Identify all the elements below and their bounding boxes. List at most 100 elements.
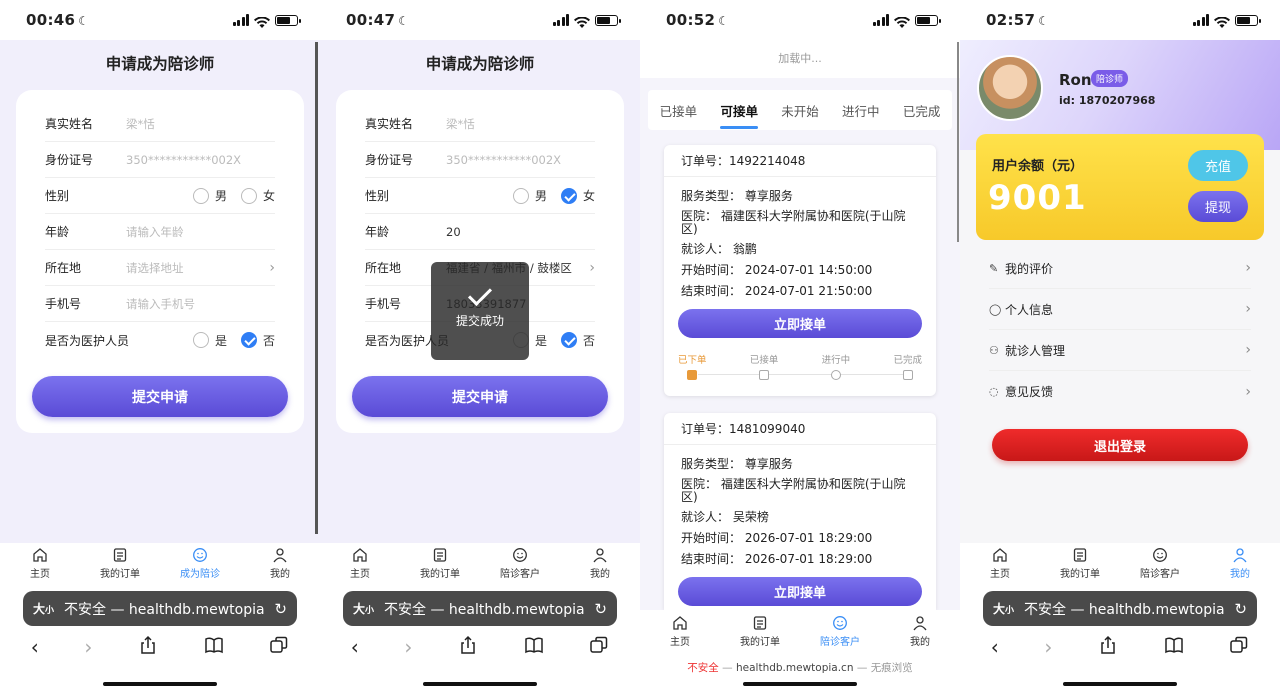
tab-accepted[interactable]: 已接单 <box>660 101 698 120</box>
age-input[interactable]: 20 <box>446 225 595 239</box>
reload-icon[interactable]: ↻ <box>274 600 287 618</box>
back-icon[interactable]: ‹ <box>351 635 359 659</box>
gender-female-radio[interactable]: 女 <box>560 187 595 204</box>
id-number-input[interactable]: 350***********002X <box>446 153 595 167</box>
role-badge: 陪诊师 <box>1091 70 1129 87</box>
menu-personal-info[interactable]: ◯ 个人信息 › <box>989 289 1251 330</box>
tab-home[interactable]: 主页 <box>320 547 400 580</box>
hospital: 医院： 福建医科大学附属协和医院(于山院区) <box>681 477 906 504</box>
address-bar[interactable]: 大小 不安全 — healthdb.mewtopia.cn ↻ <box>983 591 1257 626</box>
gender-male-radio[interactable]: 男 <box>192 187 227 204</box>
compact-address-bar[interactable]: 不安全 — healthdb.mewtopia.cn — 无痕浏览 <box>640 652 960 693</box>
forward-icon[interactable]: › <box>404 635 412 659</box>
bookmarks-icon[interactable] <box>204 635 224 660</box>
tabs-icon[interactable] <box>1229 635 1249 660</box>
back-icon[interactable]: ‹ <box>991 635 999 659</box>
user-icon <box>273 547 287 562</box>
row-id-number[interactable]: 身份证号 350***********002X <box>45 142 275 178</box>
accept-order-button[interactable]: 立即接单 <box>678 309 922 338</box>
wifi-icon <box>894 14 910 28</box>
row-real-name[interactable]: 真实姓名 梁*恬 <box>365 106 595 142</box>
row-location[interactable]: 所在地 请选择地址 › <box>45 250 275 286</box>
text-size-button[interactable]: 大小 <box>33 600 54 617</box>
tab-escort-clients[interactable]: 陪诊客户 <box>1120 547 1200 580</box>
tab-orders[interactable]: 我的订单 <box>720 615 800 648</box>
submit-button[interactable]: 提交申请 <box>32 376 288 417</box>
tab-escort-clients[interactable]: 陪诊客户 <box>800 615 880 648</box>
home-indicator <box>1063 682 1177 686</box>
medical-yes-radio[interactable]: 是 <box>192 332 227 349</box>
location-select[interactable]: 请选择地址 <box>126 260 269 276</box>
age-input[interactable]: 请输入年龄 <box>126 224 275 240</box>
wifi-icon <box>1214 14 1230 28</box>
tab-orders[interactable]: 我的订单 <box>80 547 160 580</box>
medical-no-radio[interactable]: 否 <box>560 332 595 349</box>
tab-escort-clients[interactable]: 陪诊客户 <box>480 547 560 580</box>
text-size-button[interactable]: 大小 <box>353 600 374 617</box>
row-id-number[interactable]: 身份证号 350***********002X <box>365 142 595 178</box>
recharge-button[interactable]: 充值 <box>1188 150 1248 181</box>
gender-male-radio[interactable]: 男 <box>512 187 547 204</box>
tab-home[interactable]: 主页 <box>640 615 720 648</box>
row-age[interactable]: 年龄 20 <box>365 214 595 250</box>
order-tabs: 已接单 可接单 未开始 进行中 已完成 <box>648 90 952 130</box>
profile-menu: ✎ 我的评价 › ◯ 个人信息 › ⚇ 就诊人管理 › ◌ 意见反馈 › <box>989 248 1251 412</box>
back-icon[interactable]: ‹ <box>31 635 39 659</box>
tab-mine[interactable]: 我的 <box>560 547 640 580</box>
bookmarks-icon[interactable] <box>524 635 544 660</box>
row-phone[interactable]: 手机号 请输入手机号 <box>45 286 275 322</box>
submit-button[interactable]: 提交申请 <box>352 376 608 417</box>
share-icon[interactable] <box>458 635 478 660</box>
menu-feedback[interactable]: ◌ 意见反馈 › <box>989 371 1251 412</box>
status-bar: 00:47 ☾ <box>320 0 640 40</box>
tab-not-started[interactable]: 未开始 <box>781 101 819 120</box>
tabs-icon[interactable] <box>589 635 609 660</box>
tabs-icon[interactable] <box>269 635 289 660</box>
real-name-input[interactable]: 梁*恬 <box>126 116 275 132</box>
avatar[interactable] <box>977 55 1043 121</box>
row-age[interactable]: 年龄 请输入年龄 <box>45 214 275 250</box>
real-name-input[interactable]: 梁*恬 <box>446 116 595 132</box>
tab-in-progress[interactable]: 进行中 <box>842 101 880 120</box>
status-time: 00:47 <box>346 11 396 29</box>
address-bar[interactable]: 大小 不安全 — healthdb.mewtopia.cn ↻ <box>343 591 617 626</box>
bookmarks-icon[interactable] <box>1164 635 1184 660</box>
smile-icon <box>1153 547 1167 562</box>
menu-patient-management[interactable]: ⚇ 就诊人管理 › <box>989 330 1251 371</box>
orders-icon <box>753 615 767 630</box>
tab-mine[interactable]: 我的 <box>240 547 320 580</box>
start-time: 开始时间： 2026-07-01 18:29:00 <box>681 531 873 545</box>
tab-available[interactable]: 可接单 <box>720 101 758 129</box>
status-bar: 00:52 ☾ <box>640 0 960 40</box>
medical-no-radio[interactable]: 否 <box>240 332 275 349</box>
step-ordered: 已下单 <box>678 352 707 380</box>
tab-home[interactable]: 主页 <box>0 547 80 580</box>
share-icon[interactable] <box>1098 635 1118 660</box>
text-size-button[interactable]: 大小 <box>993 600 1014 617</box>
phone-input[interactable]: 请输入手机号 <box>126 296 275 312</box>
menu-my-reviews[interactable]: ✎ 我的评价 › <box>989 248 1251 289</box>
tab-mine[interactable]: 我的 <box>880 615 960 648</box>
tab-orders[interactable]: 我的订单 <box>1040 547 1120 580</box>
forward-icon[interactable]: › <box>1044 635 1052 659</box>
row-real-name[interactable]: 真实姓名 梁*恬 <box>45 106 275 142</box>
address-bar[interactable]: 大小 不安全 — healthdb.mewtopia.cn ↻ <box>23 591 297 626</box>
gender-female-radio[interactable]: 女 <box>240 187 275 204</box>
accept-order-button[interactable]: 立即接单 <box>678 577 922 606</box>
reload-icon[interactable]: ↻ <box>1234 600 1247 618</box>
tab-orders[interactable]: 我的订单 <box>400 547 480 580</box>
tab-home[interactable]: 主页 <box>960 547 1040 580</box>
forward-icon[interactable]: › <box>84 635 92 659</box>
share-icon[interactable] <box>138 635 158 660</box>
logout-button[interactable]: 退出登录 <box>992 429 1248 461</box>
moon-icon: ☾ <box>718 14 730 28</box>
order-number: 订单号：1492214048 <box>664 145 936 177</box>
withdraw-button[interactable]: 提现 <box>1188 191 1248 222</box>
tab-completed[interactable]: 已完成 <box>903 101 941 120</box>
tab-become-escort[interactable]: 成为陪诊 <box>160 547 240 580</box>
home-indicator <box>743 682 857 686</box>
reload-icon[interactable]: ↻ <box>594 600 607 618</box>
id-number-input[interactable]: 350***********002X <box>126 153 275 167</box>
tab-mine[interactable]: 我的 <box>1200 547 1280 580</box>
home-icon <box>993 547 1007 562</box>
